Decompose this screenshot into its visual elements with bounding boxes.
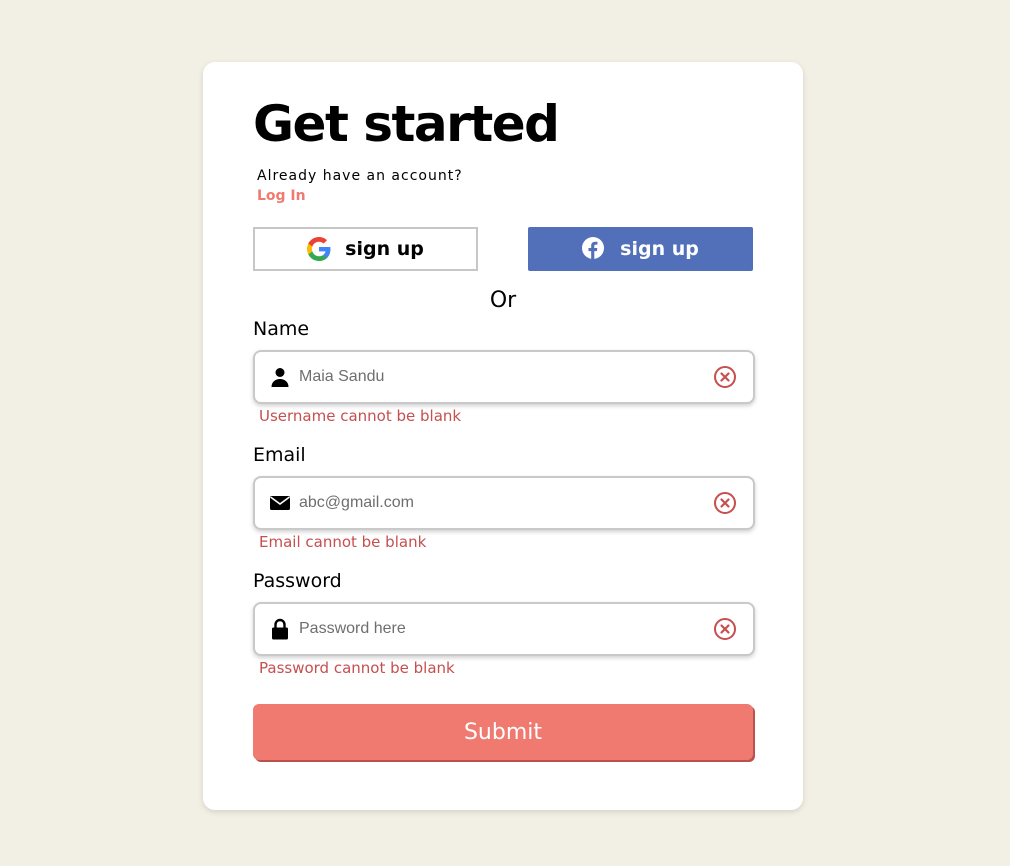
password-error-message: Password cannot be blank: [259, 659, 455, 677]
email-error-message: Email cannot be blank: [259, 533, 427, 551]
email-field: [253, 476, 755, 530]
lock-icon: [269, 618, 291, 640]
signup-card: Get started Already have an account? Log…: [203, 62, 803, 810]
email-input[interactable]: [299, 487, 699, 519]
email-error-icon[interactable]: [713, 491, 737, 515]
name-label: Name: [253, 318, 310, 340]
account-prompt: Already have an account?: [257, 168, 463, 184]
name-error-icon[interactable]: [713, 365, 737, 389]
facebook-signup-label: sign up: [620, 238, 699, 260]
google-icon: [307, 237, 331, 261]
login-link[interactable]: Log In: [257, 188, 306, 204]
facebook-signup-button[interactable]: sign up: [528, 227, 753, 271]
google-signup-button[interactable]: sign up: [253, 227, 478, 271]
name-error-message: Username cannot be blank: [259, 407, 462, 425]
name-field: [253, 350, 755, 404]
password-label: Password: [253, 570, 342, 592]
google-signup-label: sign up: [345, 238, 424, 260]
name-input[interactable]: [299, 361, 699, 393]
submit-button[interactable]: Submit: [253, 704, 753, 760]
or-divider: Or: [489, 288, 517, 313]
password-input[interactable]: [299, 613, 699, 645]
password-error-icon[interactable]: [713, 617, 737, 641]
facebook-icon: [582, 237, 606, 261]
envelope-icon: [269, 492, 291, 514]
email-label: Email: [253, 444, 306, 466]
user-icon: [269, 366, 291, 388]
password-field: [253, 602, 755, 656]
page-title: Get started: [253, 95, 560, 153]
